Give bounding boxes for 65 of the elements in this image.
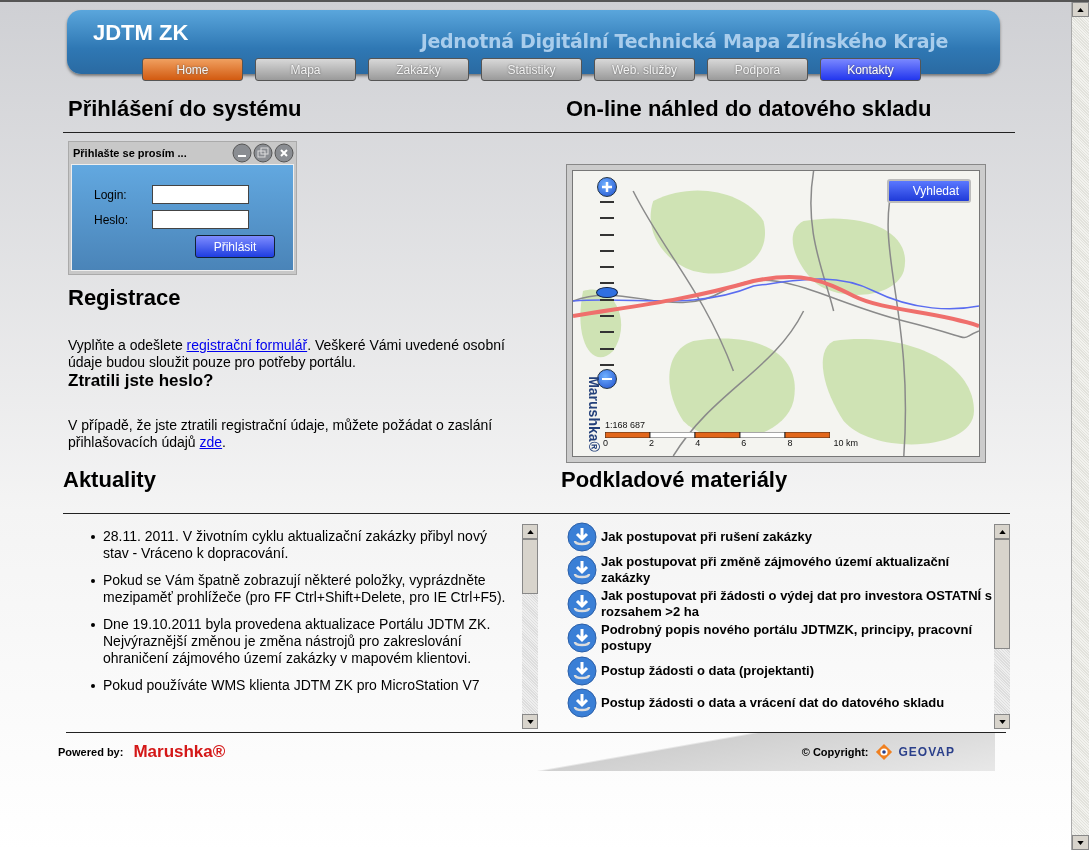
scale-ratio: 1:168 687 [605, 420, 646, 430]
news-item: 28.11. 2011. V životním cyklu aktualizační zakázky přibyl nový stav - Vráceno k dopracování. [88, 528, 508, 562]
zoom-thumb[interactable] [596, 286, 618, 298]
minus-icon [602, 377, 612, 381]
download-icon[interactable] [567, 555, 597, 585]
search-button[interactable]: Vyhledat [886, 179, 971, 203]
eye-logo-icon [874, 743, 893, 761]
login-button[interactable]: Přihlásit [195, 235, 275, 258]
down-arrow-icon[interactable] [526, 719, 534, 724]
minimize-icon[interactable] [232, 143, 252, 163]
download-icon[interactable] [567, 522, 597, 552]
section-heading: Registrace [68, 285, 182, 311]
document-link[interactable]: Jak postupovat při rušení zakázky [601, 529, 812, 545]
site-title: JDTM ZK [93, 20, 189, 46]
down-arrow-icon[interactable] [1077, 840, 1084, 845]
download-icon[interactable] [567, 623, 597, 653]
section-heading: Aktuality [63, 467, 157, 493]
scale-label: 0 [603, 438, 608, 448]
scale-label: 10 km [833, 438, 858, 448]
scrollbar[interactable] [522, 524, 538, 729]
scale-label: 8 [787, 438, 793, 448]
nav-tab[interactable]: Kontakty [820, 58, 921, 81]
restore-icon[interactable] [253, 143, 273, 163]
download-icon[interactable] [567, 589, 597, 619]
password-field[interactable] [152, 210, 249, 229]
map-brand-logo: Marushka® [586, 375, 602, 454]
download-icon[interactable] [567, 656, 597, 686]
marushka-logo: Marushka® [133, 742, 226, 762]
up-arrow-icon[interactable] [1077, 7, 1084, 12]
document-link[interactable]: Postup žádosti o data a vrácení dat do datového skladu [601, 695, 945, 711]
document-link[interactable]: Podrobný popis nového portálu JDTMZK, principy, pracovní postupy [601, 622, 994, 654]
password-label: Heslo: [94, 212, 129, 227]
scrollbar[interactable] [994, 524, 1010, 729]
close-icon[interactable] [274, 143, 294, 163]
window-title: Přihlašte se prosím ... [73, 147, 187, 159]
download-icon[interactable] [567, 688, 597, 718]
down-arrow-icon[interactable] [998, 719, 1006, 724]
scale-label: 2 [649, 438, 655, 448]
copyright-label: © Copyright: [801, 746, 869, 758]
powered-by-label: Powered by: [58, 746, 124, 758]
section-heading: Přihlášení do systému [68, 96, 303, 122]
subheading: Ztratili jste heslo? [68, 371, 215, 391]
news-item: Pokud používáte WMS klienta JDTM ZK pro MicroStation V7 [88, 677, 508, 694]
news-item: Pokud se Vám špatně zobrazují některé položky, vyprázdněte mezipaměť prohlížeče (pro FF Ctrl+Shift+Delete, pro IE Ctrl+F5). [88, 572, 508, 606]
up-arrow-icon[interactable] [998, 529, 1006, 534]
login-field[interactable] [152, 185, 249, 204]
plus-icon [602, 182, 612, 192]
section-heading: On-line náhled do datového skladu [566, 96, 933, 122]
document-link[interactable]: Jak postupovat při žádosti o výdej dat pro investora OSTATNÍ s rozsahem >2 ha [601, 588, 994, 620]
site-subtitle: Jednotná Digitální Technická Mapa Zlínského Kraje [420, 30, 948, 52]
password-link[interactable]: zde [199, 434, 223, 450]
document-link[interactable]: Postup žádosti o data (projektanti) [601, 663, 815, 679]
section-heading: Podkladové materiály [561, 467, 789, 493]
login-label: Login: [94, 187, 128, 202]
up-arrow-icon[interactable] [526, 529, 534, 534]
news-item: Dne 19.10.2011 byla provedena aktualizace Portálu JDTM ZK. Nejvýraznější změnou je změna nástrojů pro zakreslování ohraničení zájmového území zakázky v mapovém klientovi. [88, 616, 508, 667]
scale-label: 6 [741, 438, 747, 448]
document-link[interactable]: Jak postupovat při změně zájmového území aktualizační zakázky [601, 554, 994, 586]
zoom-slider[interactable] [596, 201, 618, 366]
page-scrollbar[interactable] [1071, 2, 1089, 850]
geovap-logo: GEOVAP [898, 745, 955, 759]
registration-text: Vyplňte a odešlete registrační formulář. Veškeré Vámi uvedené osobní údaje budou sloužit pouze pro potřeby portálu. [68, 337, 506, 371]
scale-label: 4 [695, 438, 701, 448]
lost-password-text: V případě, že jste ztratili registrační údaje, můžete požádat o zaslání přihlašovacích údajů zde. [68, 417, 494, 451]
registration-link[interactable]: registrační formulář [186, 337, 308, 353]
